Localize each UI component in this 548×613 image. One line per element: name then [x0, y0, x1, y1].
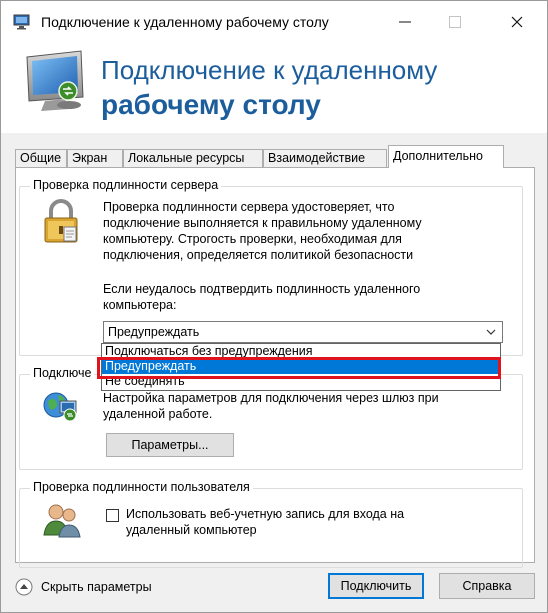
- auth-failure-selected-value: Предупреждать: [108, 325, 200, 339]
- dropdown-option-connect-without-warning[interactable]: Подключаться без предупреждения: [102, 344, 500, 359]
- gateway-settings-button[interactable]: Параметры...: [106, 433, 234, 457]
- gateway-desc-line1: Настройка параметров для подключения чер…: [103, 391, 439, 405]
- tab-display[interactable]: Экран: [67, 149, 123, 168]
- title-bar: Подключение к удаленному рабочему столу: [1, 1, 547, 43]
- maximize-icon: [449, 16, 461, 28]
- web-account-label-line2: удаленный компьютер: [126, 523, 257, 537]
- rdp-dialog-window: Подключение к удаленному рабочему столу: [0, 0, 548, 613]
- dropdown-option-do-not-connect[interactable]: Не соединять: [102, 374, 500, 389]
- hide-options-toggle[interactable]: Скрыть параметры: [15, 578, 152, 596]
- close-icon: [511, 16, 523, 28]
- window-title: Подключение к удаленному рабочему столу: [41, 14, 329, 30]
- chevron-up-circle-icon: [15, 578, 33, 596]
- auth-failure-select[interactable]: Предупреждать: [103, 321, 503, 343]
- minimize-button[interactable]: [383, 7, 427, 37]
- remote-desktop-monitor-icon: [26, 50, 84, 111]
- tab-general[interactable]: Общие: [15, 149, 67, 168]
- chevron-down-icon: [486, 329, 496, 335]
- connect-button[interactable]: Подключить: [328, 573, 424, 599]
- header-banner: Подключение к удаленному рабочему столу: [1, 43, 547, 133]
- auth-failure-dropdown-list: Подключаться без предупреждения Предупре…: [101, 343, 501, 391]
- tab-experience[interactable]: Взаимодействие: [263, 149, 387, 168]
- gateway-title: Подключе: [30, 366, 95, 380]
- banner-title-line2: рабочему столу: [101, 89, 321, 120]
- server-auth-desc-line4: подключения, определяется политикой безо…: [103, 248, 414, 262]
- server-auth-title: Проверка подлинности сервера: [30, 178, 222, 192]
- tab-advanced[interactable]: Дополнительно: [388, 145, 504, 168]
- web-account-checkbox[interactable]: [106, 509, 119, 522]
- banner-title-line1: Подключение к удаленному: [101, 55, 438, 85]
- web-account-label-line1: Использовать веб-учетную запись для вход…: [126, 507, 405, 521]
- minimize-icon: [399, 21, 411, 23]
- close-button[interactable]: [495, 7, 539, 37]
- auth-failure-prompt-line1: Если неудалось подтвердить подлинность у…: [103, 282, 421, 296]
- padlock-icon: [44, 199, 78, 243]
- auth-failure-prompt-line2: компьютера:: [103, 298, 177, 312]
- tab-local-resources[interactable]: Локальные ресурсы: [123, 149, 263, 168]
- maximize-button[interactable]: [433, 7, 477, 37]
- remote-desktop-icon: [13, 14, 30, 30]
- server-auth-desc-line1: Проверка подлинности сервера удостоверяе…: [103, 200, 395, 214]
- dropdown-option-warn[interactable]: Предупреждать: [102, 359, 500, 374]
- server-auth-desc-line3: компьютеру. Строгость проверки, необходи…: [103, 232, 402, 246]
- users-icon: [43, 504, 81, 538]
- server-auth-desc-line2: подключение выполняется к правильному уд…: [103, 216, 422, 230]
- user-auth-group: Проверка подлинности пользователя Исполь…: [19, 480, 523, 568]
- help-button[interactable]: Справка: [439, 573, 535, 599]
- gateway-desc-line2: удаленной работе.: [103, 407, 213, 421]
- globe-network-icon: [43, 392, 77, 422]
- hide-options-label: Скрыть параметры: [41, 580, 152, 594]
- user-auth-title: Проверка подлинности пользователя: [30, 480, 253, 494]
- server-auth-group: Проверка подлинности сервера Проверка по…: [19, 178, 523, 356]
